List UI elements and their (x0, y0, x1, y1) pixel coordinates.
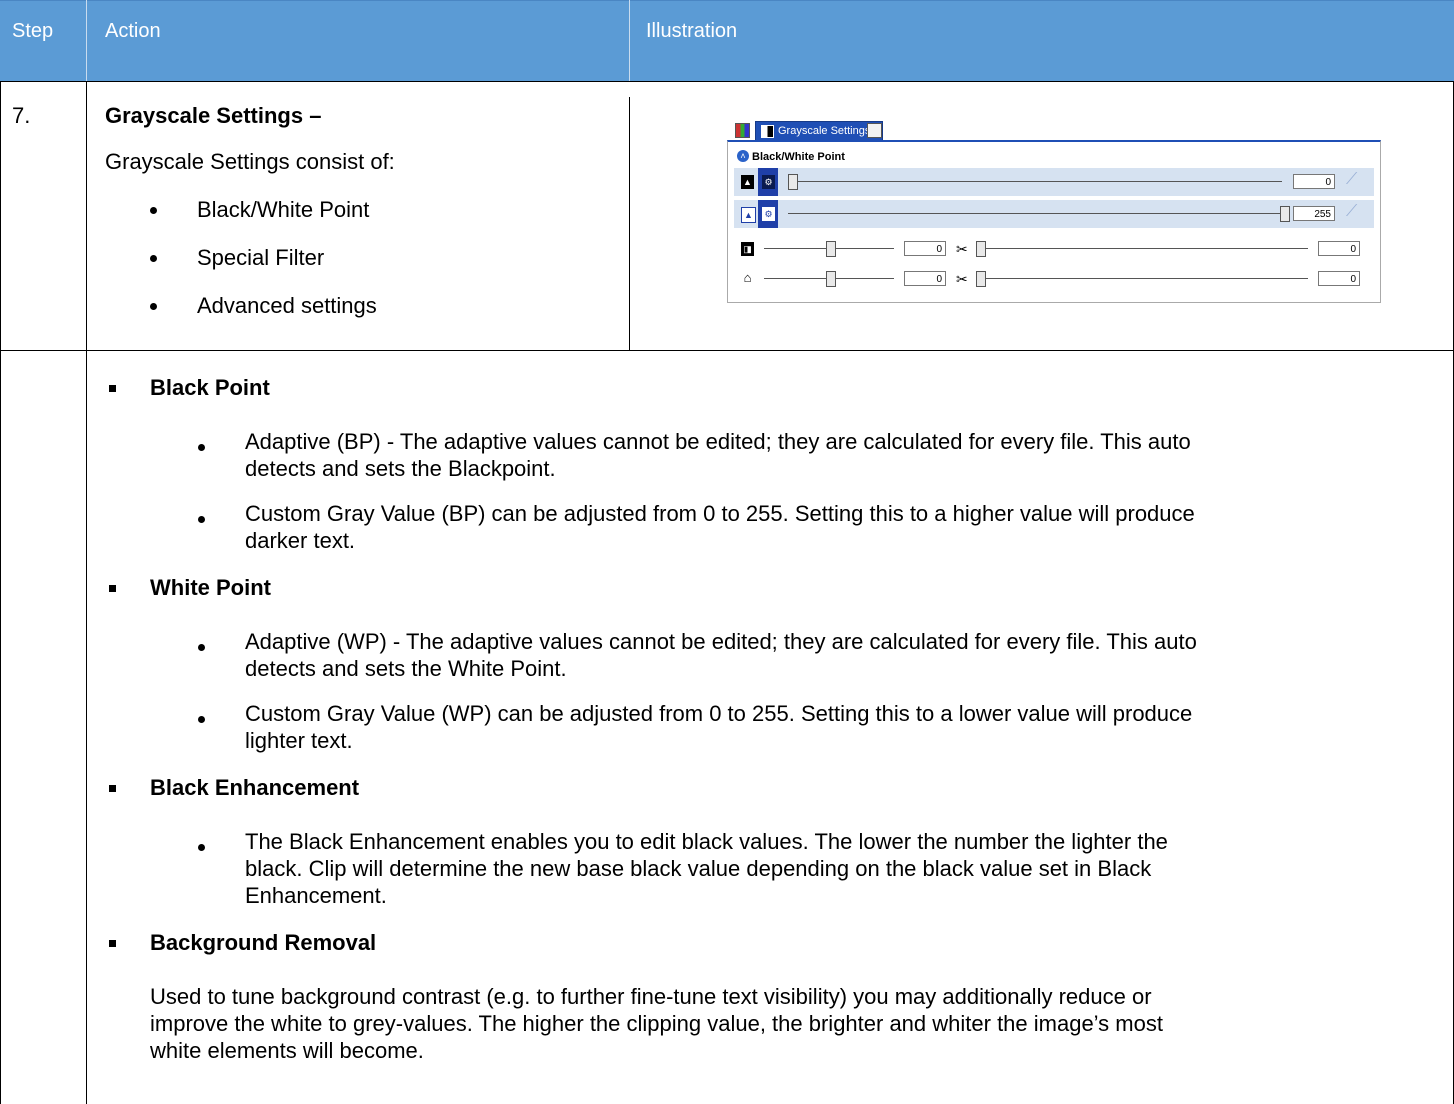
black-enhancement-clip-track[interactable] (978, 248, 1308, 249)
black-point-mode-button[interactable]: ⚙ (758, 168, 778, 196)
white-point-adaptive-line1: Adaptive (WP) - The adaptive values cann… (245, 629, 1197, 654)
tab-strip: Grayscale Settings (727, 120, 887, 142)
tab-grayscale-settings[interactable]: Grayscale Settings (755, 121, 883, 142)
list-item-black-white-point: Black/White Point (197, 197, 370, 222)
step-number: 7. (12, 103, 31, 128)
black-point-heading: Black Point (150, 375, 270, 400)
grayscale-icon (761, 125, 774, 138)
white-point-slider-thumb[interactable] (1280, 206, 1290, 222)
white-point-heading: White Point (150, 575, 271, 600)
section-title: Grayscale Settings – (105, 103, 322, 128)
white-point-adaptive-icon: ⚙ (762, 207, 775, 221)
color-tab-icon[interactable] (735, 123, 750, 138)
white-point-icon: ▲ (741, 207, 756, 223)
table-top-border (0, 0, 1454, 1)
bullet-dot (198, 644, 205, 651)
table-left-border (0, 81, 1, 1104)
black-point-row: ▲ ⚙ 0 ⟋ (734, 168, 1374, 196)
background-removal-heading: Background Removal (150, 930, 377, 955)
black-enhancement-line2: black. Clip will determine the new base … (245, 856, 1152, 881)
black-enhancement-slider-thumb[interactable] (826, 241, 836, 257)
header-action: Action (105, 20, 161, 42)
bullet-dot (198, 716, 205, 723)
panel-section-title: Black/White Point (752, 151, 845, 163)
white-point-slider-track[interactable] (788, 213, 1282, 214)
header-divider-2 (629, 0, 630, 81)
eyedropper-icon[interactable]: ⟋ (1346, 171, 1357, 189)
settings-panel: ˄ Black/White Point ▲ ⚙ 0 ⟋ ▲ ⚙ 255 ⟋ ◨ (727, 140, 1381, 303)
white-point-custom-line1: Custom Gray Value (WP) can be adjusted f… (245, 701, 1193, 726)
black-point-icon: ▲ (741, 175, 754, 189)
black-enhancement-clip-thumb[interactable] (976, 241, 986, 257)
black-enhancement-clip-value[interactable]: 0 (1318, 241, 1360, 256)
header-step: Step (12, 20, 54, 42)
square-bullet (109, 585, 116, 592)
background-removal-line3: white elements will become. (150, 1038, 424, 1063)
black-point-slider-track[interactable] (788, 181, 1282, 182)
black-point-custom-line2: darker text. (245, 528, 356, 553)
background-removal-slider-thumb[interactable] (826, 271, 836, 287)
collapse-icon[interactable]: ˄ (737, 150, 749, 162)
bullet-dot (150, 255, 157, 262)
black-enhancement-line3: Enhancement. (245, 883, 387, 908)
row1-bottom-border (0, 350, 1454, 351)
background-removal-line2: improve the white to grey-values. The hi… (150, 1011, 1163, 1036)
list-item-special-filter: Special Filter (197, 245, 325, 270)
bullet-dot (198, 444, 205, 451)
black-enhancement-value[interactable]: 0 (904, 241, 946, 256)
header-divider-1 (86, 0, 87, 81)
black-enhancement-line1: The Black Enhancement enables you to edi… (245, 829, 1168, 854)
background-removal-clip-track[interactable] (978, 278, 1308, 279)
white-point-adaptive-line2: detects and sets the White Point. (245, 656, 567, 681)
background-removal-icon: ⌂ (741, 271, 754, 285)
square-bullet (109, 385, 116, 392)
bw-tab-icon[interactable] (867, 123, 882, 138)
bullet-dot (150, 207, 157, 214)
black-point-adaptive-line2: detects and sets the Blackpoint. (245, 456, 556, 481)
bullet-dot (198, 844, 205, 851)
grayscale-settings-illustration: Grayscale Settings ˄ Black/White Point ▲… (727, 120, 1382, 303)
square-bullet (109, 940, 116, 947)
table-header: Step Action Illustration (0, 0, 1454, 81)
black-enhancement-icon: ◨ (741, 242, 754, 256)
bullet-dot (150, 303, 157, 310)
list-item-advanced-settings: Advanced settings (197, 293, 377, 318)
black-enhancement-heading: Black Enhancement (150, 775, 360, 800)
background-removal-row: ⌂ 0 ✂ 0 (734, 266, 1374, 294)
eyedropper-icon[interactable]: ⟋ (1346, 203, 1357, 221)
black-point-value[interactable]: 0 (1293, 174, 1335, 189)
black-enhancement-row: ◨ 0 ✂ 0 (734, 236, 1374, 264)
white-point-value[interactable]: 255 (1293, 206, 1335, 221)
background-removal-line1: Used to tune background contrast (e.g. t… (150, 984, 1152, 1009)
illustration-column-border (629, 97, 630, 350)
white-point-row: ▲ ⚙ 255 ⟋ (734, 200, 1374, 228)
square-bullet (109, 785, 116, 792)
background-removal-value[interactable]: 0 (904, 271, 946, 286)
step-column-border (86, 81, 87, 1104)
black-point-custom-line1: Custom Gray Value (BP) can be adjusted f… (245, 501, 1195, 526)
black-point-adaptive-icon: ⚙ (762, 175, 775, 189)
tab-label: Grayscale Settings (778, 125, 871, 137)
clip-icon: ✂ (956, 271, 968, 287)
row1-top-border (0, 81, 1454, 82)
section-intro: Grayscale Settings consist of: (105, 149, 395, 174)
background-removal-clip-value[interactable]: 0 (1318, 271, 1360, 286)
clip-icon: ✂ (956, 241, 968, 257)
black-point-adaptive-line1: Adaptive (BP) - The adaptive values cann… (245, 429, 1191, 454)
black-point-slider-thumb[interactable] (788, 174, 798, 190)
header-illustration: Illustration (646, 20, 738, 42)
background-removal-clip-thumb[interactable] (976, 271, 986, 287)
white-point-mode-button[interactable]: ⚙ (758, 200, 778, 228)
white-point-custom-line2: lighter text. (245, 728, 353, 753)
bullet-dot (198, 516, 205, 523)
